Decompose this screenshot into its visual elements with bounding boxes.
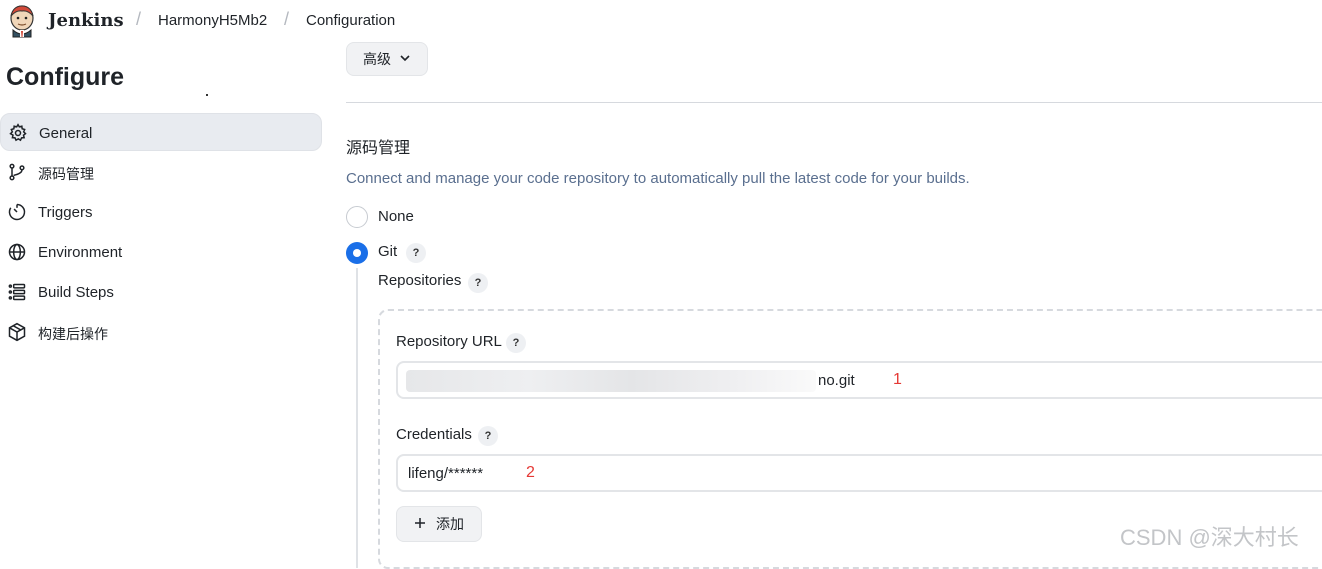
jenkins-logo-icon[interactable] [8,4,36,38]
sidebar-item-label: Triggers [38,204,93,221]
main-content: 高级 源码管理 Connect and manage your code rep… [346,0,1322,569]
scm-none-radio[interactable] [346,206,368,228]
page-title: Configure [6,63,125,91]
annotation-marker-1: 1 [893,371,902,388]
repository-url-input[interactable]: no.git 1 [396,361,1322,399]
credentials-select[interactable]: lifeng/****** 2 [396,454,1322,492]
repositories-label: Repositories [378,272,462,289]
section-description: Connect and manage your code repository … [346,170,970,187]
credentials-value: lifeng/****** [408,465,484,482]
repository-url-value: no.git [818,372,855,389]
globe-icon [6,242,28,262]
sidebar-item-general[interactable]: General [0,113,322,151]
sidebar-item-post-build[interactable]: 构建后操作 [0,313,322,351]
branch-icon [6,162,28,182]
sidebar: General 源码管理 Triggers Environment Build … [0,113,322,353]
list-icon [6,282,28,302]
section-divider [346,102,1322,103]
scm-none-label[interactable]: None [378,208,414,225]
breadcrumb-project[interactable]: HarmonyH5Mb2 [158,12,267,29]
git-help-icon[interactable]: ? [406,243,426,263]
plus-icon [414,516,426,532]
breadcrumb-separator: / [136,9,142,29]
sidebar-item-environment[interactable]: Environment [0,233,322,271]
brand-name[interactable]: Jenkins [48,10,124,31]
add-credentials-button[interactable]: 添加 [396,506,482,542]
credentials-label: Credentials [396,426,472,443]
repository-url-help-icon[interactable]: ? [506,333,526,353]
add-button-label: 添加 [436,516,464,532]
package-icon [6,322,28,342]
breadcrumb-separator: / [284,9,290,29]
sidebar-item-label: Build Steps [38,284,114,301]
repository-url-label: Repository URL [396,333,502,350]
stray-dot [206,94,208,96]
annotation-marker-2: 2 [526,464,535,481]
scm-git-radio[interactable] [346,242,368,264]
sidebar-item-label: 源码管理 [38,166,94,182]
sidebar-item-build-steps[interactable]: Build Steps [0,273,322,311]
sidebar-item-label: Environment [38,244,123,261]
watermark: CSDN @深大村长 [1120,525,1299,550]
sidebar-item-source-code[interactable]: 源码管理 [0,153,322,191]
advanced-label: 高级 [363,51,391,67]
credentials-help-icon[interactable]: ? [478,426,498,446]
timer-icon [6,202,28,222]
sidebar-item-label: 构建后操作 [38,326,108,342]
chevron-down-icon [399,51,411,67]
advanced-button[interactable]: 高级 [346,42,428,76]
git-section-rail [356,268,358,568]
section-title: 源码管理 [346,140,411,157]
gear-icon [7,123,29,143]
sidebar-item-label: General [39,125,93,142]
repositories-help-icon[interactable]: ? [468,273,488,293]
redacted-url [406,370,816,392]
sidebar-item-triggers[interactable]: Triggers [0,193,322,231]
scm-git-label[interactable]: Git [378,243,397,260]
